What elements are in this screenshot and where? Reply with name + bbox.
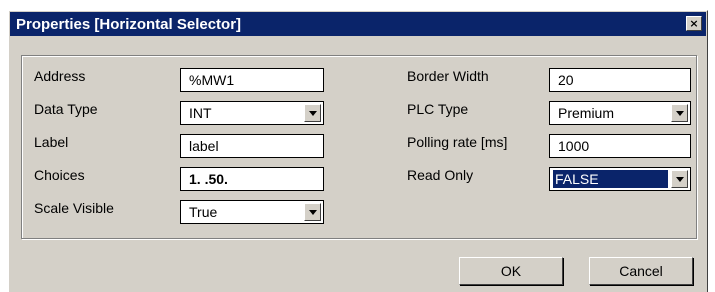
label-label: Label <box>34 134 69 150</box>
choices-label: Choices <box>34 167 85 183</box>
plc-type-select[interactable]: Premium <box>549 101 691 125</box>
polling-rate-label: Polling rate [ms] <box>407 134 508 150</box>
data-type-value: INT <box>189 105 212 121</box>
scale-visible-label: Scale Visible <box>34 200 114 216</box>
address-label: Address <box>34 68 86 84</box>
border-width-input[interactable]: 20 <box>549 68 691 92</box>
read-only-select[interactable]: FALSE <box>549 167 691 191</box>
properties-dialog: Properties [Horizontal Selector] × Addre… <box>8 10 708 292</box>
close-icon: × <box>689 17 699 30</box>
data-type-select[interactable]: INT <box>180 101 324 125</box>
border-width-label: Border Width <box>407 68 489 84</box>
choices-input[interactable]: 1. .50. <box>180 167 324 191</box>
chevron-down-icon[interactable] <box>671 170 688 188</box>
chevron-down-icon[interactable] <box>304 104 321 122</box>
read-only-value: FALSE <box>553 170 668 188</box>
properties-group: Address %MW1 Data Type INT Label label C… <box>21 55 697 239</box>
dialog-titlebar: Properties [Horizontal Selector] × <box>10 12 706 36</box>
read-only-label: Read Only <box>407 167 474 183</box>
chevron-down-icon[interactable] <box>304 203 321 221</box>
close-button[interactable]: × <box>686 16 702 31</box>
dialog-title: Properties [Horizontal Selector] <box>16 15 242 33</box>
data-type-label: Data Type <box>34 101 98 117</box>
label-input[interactable]: label <box>180 134 324 158</box>
plc-type-label: PLC Type <box>407 101 469 117</box>
scale-visible-select[interactable]: True <box>180 200 324 224</box>
ok-button[interactable]: OK <box>459 257 563 285</box>
chevron-down-icon[interactable] <box>671 104 688 122</box>
polling-rate-input[interactable]: 1000 <box>549 134 691 158</box>
plc-type-value: Premium <box>558 105 615 121</box>
cancel-button[interactable]: Cancel <box>589 257 693 285</box>
scale-visible-value: True <box>189 204 218 220</box>
address-input[interactable]: %MW1 <box>180 68 324 92</box>
